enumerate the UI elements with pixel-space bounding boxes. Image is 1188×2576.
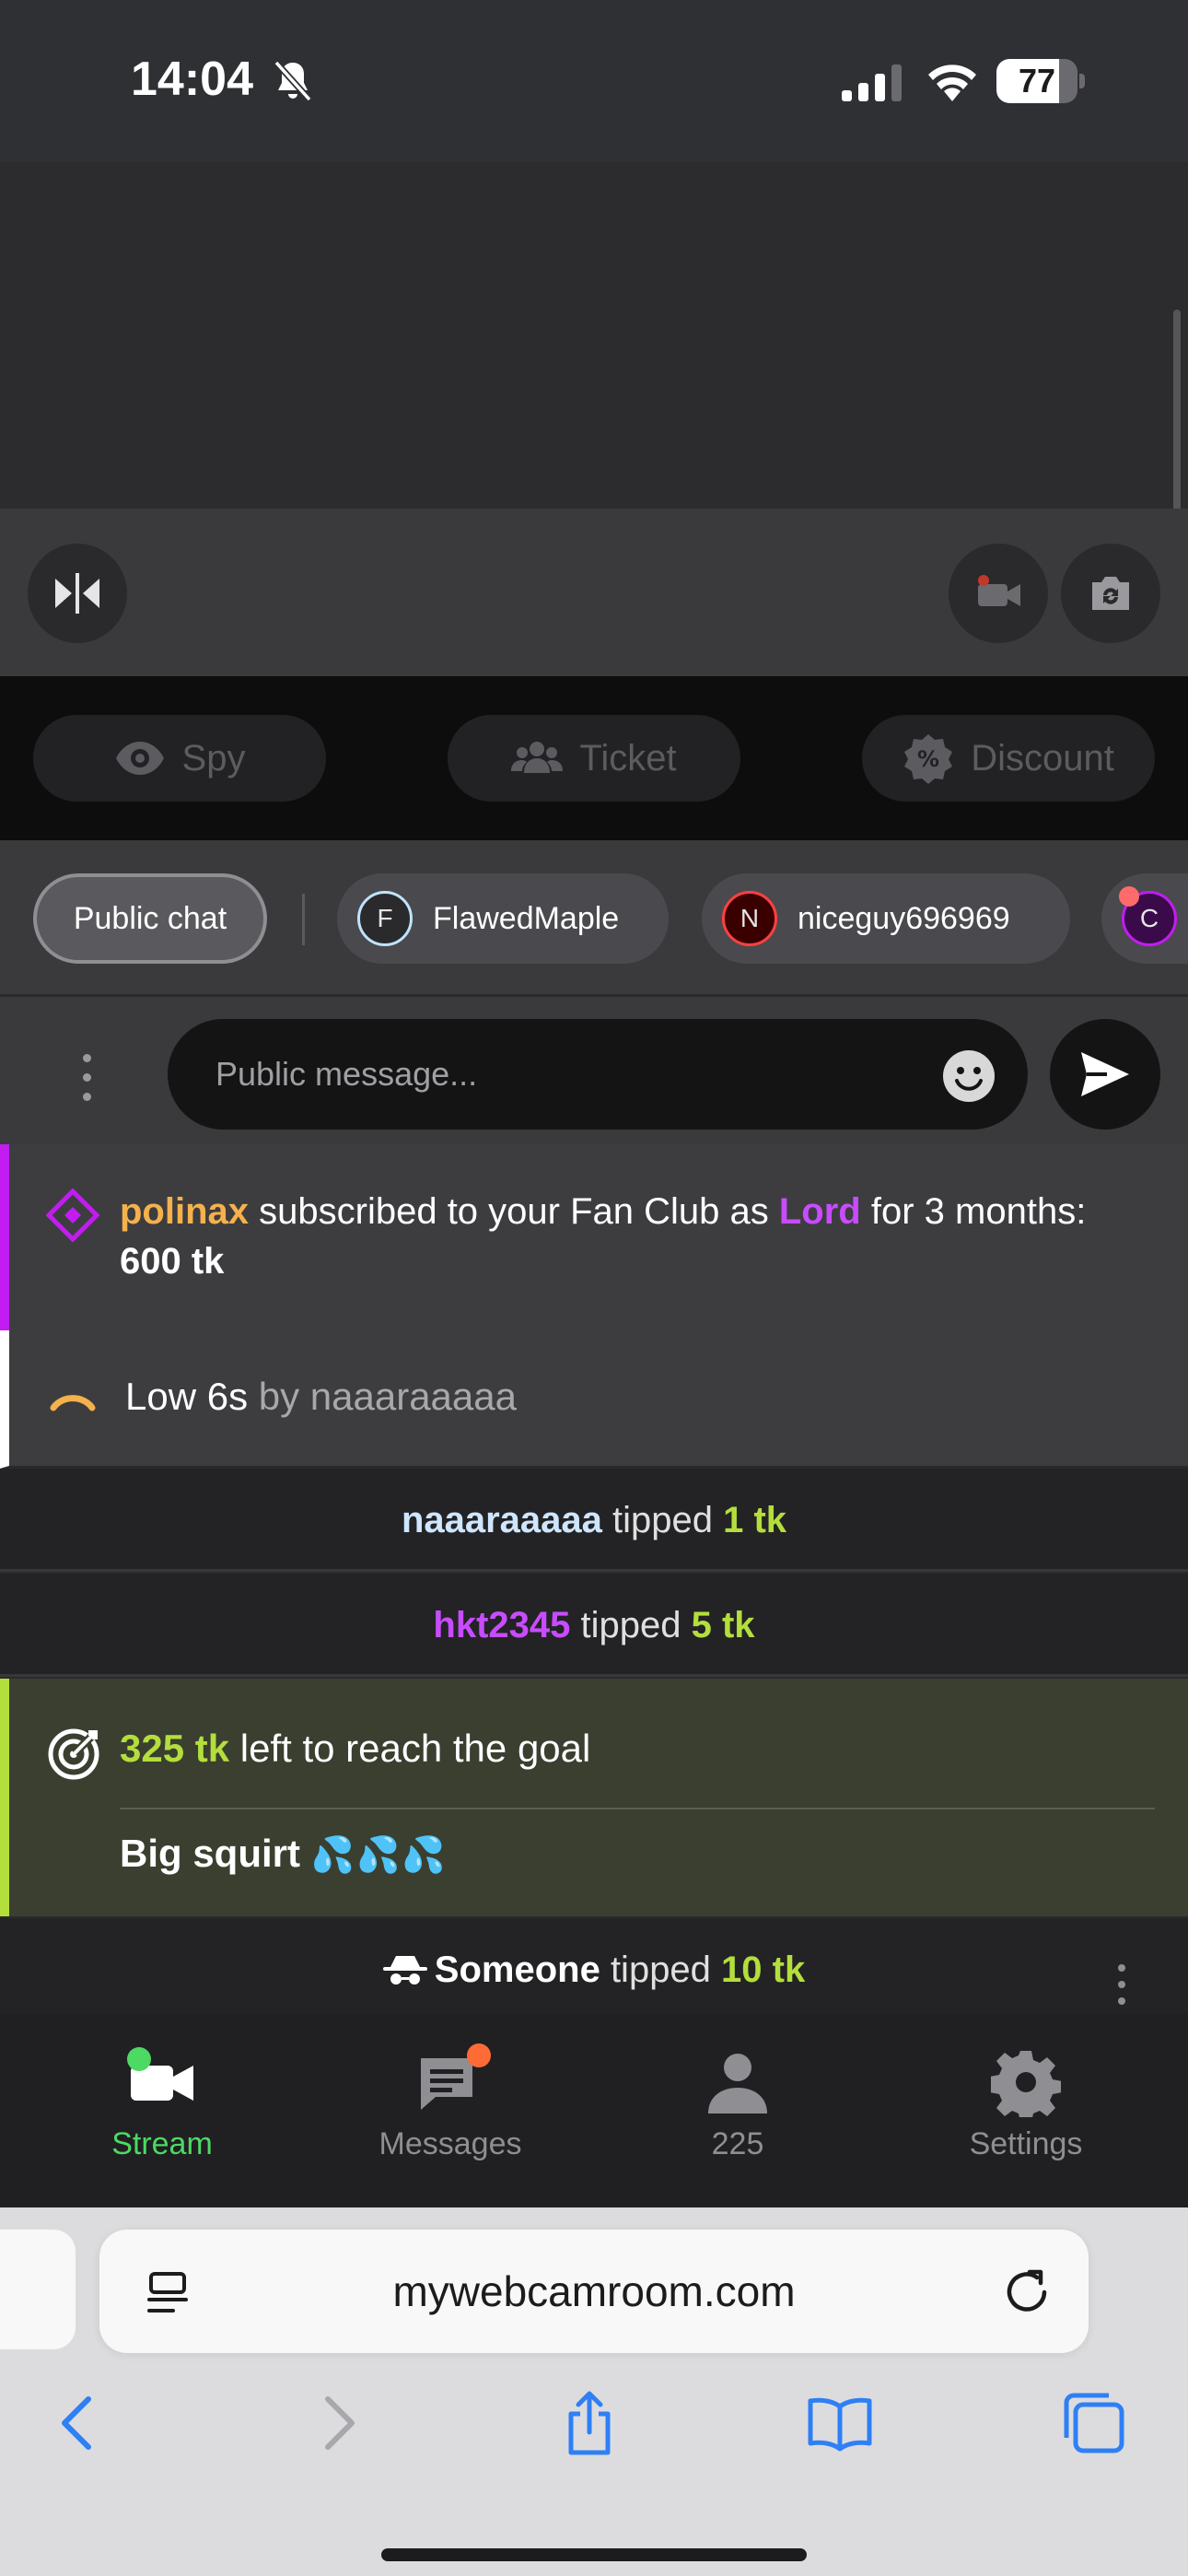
fan-club-subscription-message: polinax subscribed to your Fan Club as L… <box>0 1144 1188 1330</box>
unread-dot <box>1119 886 1139 907</box>
previous-tab[interactable] <box>0 2230 76 2349</box>
url-text: mywebcamroom.com <box>392 2267 796 2315</box>
chat-tabs: Public chat F FlawedMaple N niceguy69696… <box>0 840 1188 997</box>
nav-users[interactable]: 225 <box>594 2047 881 2176</box>
emoji-icon[interactable] <box>941 1048 996 1104</box>
live-dot <box>127 2047 151 2071</box>
incognito-icon <box>382 1956 427 1985</box>
tab-c-user[interactable]: C <box>1101 873 1188 964</box>
nav-label: Settings <box>969 2126 1083 2161</box>
droplets-emoji: 💦💦💦 <box>310 1836 448 1875</box>
tab-label: Public chat <box>73 900 227 936</box>
menu-item-name: Low 6s <box>125 1375 249 1418</box>
reload-icon[interactable] <box>1002 2266 1052 2316</box>
spy-label: Spy <box>181 737 246 779</box>
avatar: F <box>357 891 413 946</box>
mirror-icon <box>55 573 99 614</box>
menu-item-text: Low 6s by naaaraaaaa <box>125 1375 517 1418</box>
tab-divider <box>302 894 305 945</box>
share-icon[interactable] <box>556 2390 623 2456</box>
status-bar: 14:04 77 <box>0 0 1188 162</box>
switch-camera-button[interactable] <box>1061 544 1160 643</box>
discount-icon: % <box>904 734 953 784</box>
unread-dot <box>467 2043 491 2067</box>
avatar: C <box>1119 886 1177 946</box>
video-preview <box>0 162 1188 509</box>
username[interactable]: hkt2345 <box>433 1605 570 1645</box>
public-message-input[interactable] <box>168 1019 1028 1130</box>
forward-icon[interactable] <box>304 2390 370 2456</box>
username[interactable]: naaaraaaaa <box>402 1500 602 1540</box>
bookmarks-icon[interactable] <box>807 2390 873 2456</box>
spy-button[interactable]: Spy <box>33 715 326 802</box>
anonymous-tip-message: Someone tipped 10 tk <box>0 1918 1188 2014</box>
camera-switch-icon <box>1092 577 1129 610</box>
nav-label: Messages <box>379 2126 522 2161</box>
diamond-icon <box>46 1188 99 1242</box>
status-time: 14:04 <box>131 53 253 106</box>
tab-public-chat[interactable]: Public chat <box>33 873 267 964</box>
ticket-label: Ticket <box>579 737 677 779</box>
divider <box>120 1808 1155 1809</box>
avatar: N <box>722 891 777 946</box>
tier-name: Lord <box>778 1191 861 1232</box>
nav-settings[interactable]: Settings <box>882 2047 1170 2176</box>
goal-title: Big squirt 💦💦💦 <box>120 1832 448 1875</box>
message-options-icon[interactable] <box>1118 1964 1127 2014</box>
tab-label: niceguy696969 <box>798 900 1010 936</box>
gear-icon <box>991 2051 1061 2117</box>
bell-off-icon <box>274 60 312 102</box>
tab-label: FlawedMaple <box>433 900 620 936</box>
more-options-icon[interactable] <box>83 1054 92 1109</box>
nav-messages[interactable]: Messages <box>307 2043 594 2176</box>
home-indicator <box>381 2548 807 2561</box>
send-button[interactable] <box>1050 1019 1160 1130</box>
username: Someone <box>434 1950 600 1990</box>
goal-message: 325 tk left to reach the goal Big squirt… <box>0 1679 1188 1916</box>
svg-text:%: % <box>917 746 939 772</box>
camera-toggle-button[interactable] <box>949 544 1048 643</box>
username[interactable]: polinax <box>120 1191 249 1232</box>
wifi-icon <box>928 64 976 101</box>
username[interactable]: naaaraaaaa <box>310 1375 517 1418</box>
address-bar[interactable]: mywebcamroom.com <box>99 2230 1089 2353</box>
tip-amount: 5 tk <box>691 1605 755 1645</box>
viewer-count: 225 <box>711 2126 764 2161</box>
tip-amount: 10 tk <box>721 1950 806 1990</box>
video-controls <box>0 509 1188 676</box>
ticket-button[interactable]: Ticket <box>448 715 740 802</box>
send-icon <box>1081 1052 1129 1096</box>
flip-video-button[interactable] <box>28 544 127 643</box>
subscription-amount: 600 tk <box>120 1241 225 1282</box>
tabs-icon[interactable] <box>1061 2390 1127 2456</box>
eye-icon <box>115 742 164 775</box>
tab-niceguy696969[interactable]: N niceguy696969 <box>702 873 1070 964</box>
battery-indicator: 77 <box>996 59 1085 103</box>
discount-label: Discount <box>971 737 1114 779</box>
subscription-text: polinax subscribed to your Fan Club as L… <box>120 1191 1087 1282</box>
tab-flawedmaple[interactable]: F FlawedMaple <box>337 873 669 964</box>
message-composer <box>0 997 1188 1144</box>
show-mode-bar: Spy Ticket % Discount <box>0 676 1188 840</box>
chat-feed: polinax subscribed to your Fan Club as L… <box>0 1144 1188 2014</box>
nav-label: Stream <box>111 2126 213 2161</box>
nav-stream[interactable]: Stream <box>18 2047 306 2176</box>
video-camera-icon <box>978 575 1020 606</box>
tip-amount: 1 tk <box>723 1500 787 1540</box>
tip-message: naaaraaaaa tipped 1 tk <box>0 1469 1188 1572</box>
tip-menu-message: Low 6s by naaaraaaaa <box>0 1330 1188 1469</box>
discount-button[interactable]: % Discount <box>862 715 1155 802</box>
target-icon <box>48 1728 99 1780</box>
goal-remaining-amount: 325 tk <box>120 1727 230 1770</box>
back-icon[interactable] <box>46 2390 112 2456</box>
arc-icon <box>50 1395 96 1411</box>
battery-percent: 77 <box>1018 62 1056 100</box>
signal-icon <box>842 64 902 101</box>
tip-message: hkt2345 tipped 5 tk <box>0 1574 1188 1677</box>
group-icon <box>511 742 564 773</box>
browser-chrome: mywebcamroom.com <box>0 2207 1188 2576</box>
user-icon <box>708 2054 767 2113</box>
goal-remaining-text: 325 tk left to reach the goal <box>120 1727 591 1770</box>
bottom-navigation: Stream Messages 225 Settings <box>0 2014 1188 2207</box>
